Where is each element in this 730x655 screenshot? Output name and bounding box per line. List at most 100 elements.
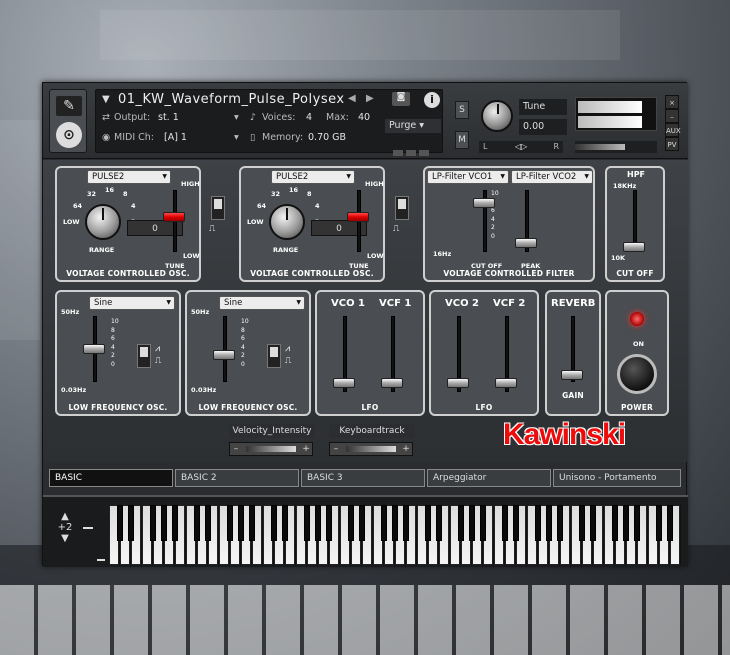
black-key[interactable]	[204, 505, 212, 541]
vcf-filter1-select[interactable]: LP-Filter VCO1	[427, 170, 509, 184]
vco2-tune-slider[interactable]	[347, 212, 369, 222]
tune-knob[interactable]	[481, 100, 513, 132]
next-instrument-icon[interactable]: ▶	[366, 93, 374, 104]
camera-icon[interactable]: ◙	[392, 92, 410, 106]
velocity-intensity-slider[interactable]: – +	[229, 442, 313, 456]
tab-arpeggiator[interactable]: Arpeggiator	[427, 469, 551, 487]
black-key[interactable]	[171, 505, 179, 541]
black-key[interactable]	[160, 505, 168, 541]
black-key[interactable]	[622, 505, 630, 541]
black-key[interactable]	[611, 505, 619, 541]
octave-down-icon[interactable]: ▼	[51, 533, 79, 544]
increase-icon[interactable]: +	[300, 443, 312, 455]
peak-slider[interactable]	[515, 238, 537, 248]
lfo-vcf1-slider[interactable]	[381, 378, 403, 388]
vco2-waveform-select[interactable]: PULSE2	[271, 170, 355, 184]
black-key[interactable]	[402, 505, 410, 541]
midi-channel-value[interactable]: [A] 1	[164, 132, 187, 143]
increase-icon[interactable]: +	[400, 443, 412, 455]
lfo2-rate-slider[interactable]	[213, 350, 235, 360]
black-key[interactable]	[237, 505, 245, 541]
black-key[interactable]	[226, 505, 234, 541]
minimize-button[interactable]: –	[665, 109, 679, 123]
vco2-wave-switch[interactable]	[395, 196, 409, 220]
lfo2-waveform-select[interactable]: Sine	[219, 296, 305, 310]
close-button[interactable]: ×	[665, 95, 679, 109]
cutoff-slider[interactable]	[473, 198, 495, 208]
pv-button[interactable]: PV	[665, 137, 679, 151]
tab-basic-3[interactable]: BASIC 3	[301, 469, 425, 487]
black-key[interactable]	[578, 505, 586, 541]
max-voices-value[interactable]: 40	[358, 112, 370, 123]
black-key[interactable]	[358, 505, 366, 541]
black-key[interactable]	[314, 505, 322, 541]
black-key[interactable]	[666, 505, 674, 541]
black-key[interactable]	[303, 505, 311, 541]
black-key[interactable]	[633, 505, 641, 541]
black-key[interactable]	[380, 505, 388, 541]
black-key[interactable]	[149, 505, 157, 541]
vco2-range-knob[interactable]	[269, 204, 305, 240]
hpf-cutoff-slider[interactable]	[623, 242, 645, 252]
keyboardtrack-slider[interactable]: – +	[329, 442, 413, 456]
decrease-icon[interactable]: –	[330, 443, 342, 455]
lfo-vco2-slider[interactable]	[447, 378, 469, 388]
black-key[interactable]	[589, 505, 597, 541]
collapse-arrow-icon[interactable]: ▼	[102, 94, 110, 105]
lfo1-wave-switch[interactable]	[137, 344, 151, 368]
black-key[interactable]	[655, 505, 663, 541]
previous-instrument-icon[interactable]: ◀	[348, 93, 356, 104]
black-key[interactable]	[325, 505, 333, 541]
mute-button[interactable]: M	[455, 131, 469, 149]
dropdown-icon[interactable]: ▾	[234, 132, 239, 143]
volume-slider[interactable]	[575, 141, 657, 153]
piano-keyboard[interactable]	[109, 505, 681, 565]
lfo1-rate-slider[interactable]	[83, 344, 105, 354]
black-key[interactable]	[534, 505, 542, 541]
black-key[interactable]	[556, 505, 564, 541]
power-button[interactable]	[617, 354, 657, 394]
black-key[interactable]	[545, 505, 553, 541]
black-key[interactable]	[270, 505, 278, 541]
decrease-icon[interactable]: –	[230, 443, 242, 455]
edit-instrument-button[interactable]: ✎ ⊙	[49, 89, 87, 153]
lfo1-waveform-select[interactable]: Sine	[89, 296, 175, 310]
black-key[interactable]	[347, 505, 355, 541]
pan-handle-icon[interactable]: ◁▷	[515, 142, 527, 151]
black-key[interactable]	[457, 505, 465, 541]
black-key[interactable]	[248, 505, 256, 541]
vco1-waveform-select[interactable]: PULSE2	[87, 170, 171, 184]
vco1-wave-switch[interactable]	[211, 196, 225, 220]
vco1-tune-slider[interactable]	[163, 212, 185, 222]
black-key[interactable]	[479, 505, 487, 541]
lfo2-wave-switch[interactable]	[267, 344, 281, 368]
black-key[interactable]	[193, 505, 201, 541]
info-icon[interactable]: i	[424, 92, 440, 108]
purge-button[interactable]: Purge ▾	[385, 119, 441, 133]
black-key[interactable]	[501, 505, 509, 541]
octave-up-icon[interactable]: ▲	[51, 511, 79, 522]
lfo-vcf2-slider[interactable]	[495, 378, 517, 388]
tab-unisono-portamento[interactable]: Unisono - Portamento	[553, 469, 681, 487]
black-key[interactable]	[391, 505, 399, 541]
tab-basic[interactable]: BASIC	[49, 469, 173, 487]
black-key[interactable]	[435, 505, 443, 541]
tab-basic-2[interactable]: BASIC 2	[175, 469, 299, 487]
dropdown-icon[interactable]: ▾	[234, 112, 239, 123]
reverb-gain-slider[interactable]	[561, 370, 583, 380]
black-key[interactable]	[468, 505, 476, 541]
tune-value[interactable]: 0.00	[519, 119, 567, 135]
black-key[interactable]	[127, 505, 135, 541]
output-value[interactable]: st. 1	[158, 112, 179, 123]
vcf-filter2-select[interactable]: LP-Filter VCO2	[511, 170, 593, 184]
solo-button[interactable]: S	[455, 101, 469, 119]
black-key[interactable]	[281, 505, 289, 541]
pan-slider[interactable]: L ◁▷ R	[479, 141, 563, 153]
aux-button[interactable]: AUX	[665, 123, 681, 137]
black-key[interactable]	[424, 505, 432, 541]
black-key[interactable]	[512, 505, 520, 541]
black-key[interactable]	[116, 505, 124, 541]
instrument-name[interactable]: 01_KW_Waveform_Pulse_Polysex	[118, 92, 345, 107]
lfo-vco1-slider[interactable]	[333, 378, 355, 388]
vco1-range-knob[interactable]	[85, 204, 121, 240]
